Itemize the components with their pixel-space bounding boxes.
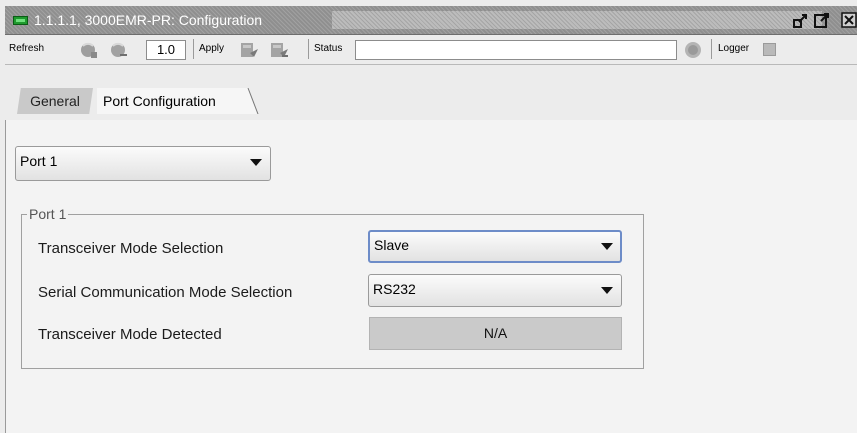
- window-titlebar[interactable]: 1.1.1.1, 3000EMR-PR: Configuration: [5, 6, 857, 35]
- tab-general[interactable]: General: [17, 88, 93, 114]
- module-card-icon: [13, 16, 28, 25]
- logger-label: Logger: [718, 43, 750, 54]
- toolbar-divider: [193, 39, 194, 59]
- close-icon[interactable]: [841, 12, 857, 28]
- toolbar-divider: [711, 39, 712, 59]
- chevron-down-icon: [601, 287, 613, 294]
- port-select[interactable]: Port 1: [15, 146, 271, 181]
- maximize-icon[interactable]: [814, 12, 830, 28]
- chevron-down-icon: [250, 159, 262, 166]
- status-field: [355, 40, 677, 60]
- restore-icon[interactable]: [793, 12, 809, 28]
- port-group-legend: Port 1: [29, 206, 67, 222]
- toolbar-divider: [308, 39, 309, 59]
- titlebar-grip: [332, 11, 822, 29]
- chevron-down-icon: [601, 243, 613, 250]
- transceiver-mode-selection-label: Transceiver Mode Selection: [38, 240, 224, 257]
- tab-port-configuration[interactable]: Port Configuration: [97, 88, 257, 114]
- stop-icon[interactable]: [685, 42, 701, 58]
- refresh-all-icon[interactable]: [108, 40, 128, 60]
- apply-button[interactable]: Apply: [199, 43, 224, 54]
- apply-all-icon[interactable]: [269, 40, 289, 60]
- serial-communication-mode-value: RS232: [373, 281, 416, 297]
- tab-strip: General Port Configuration: [5, 66, 857, 120]
- version-field[interactable]: 1.0: [146, 40, 186, 60]
- transceiver-mode-detected-field: N/A: [369, 317, 622, 350]
- refresh-button[interactable]: Refresh: [9, 43, 44, 54]
- transceiver-mode-detected-label: Transceiver Mode Detected: [38, 326, 222, 343]
- logger-icon[interactable]: [763, 43, 776, 56]
- refresh-icon[interactable]: [78, 40, 98, 60]
- serial-communication-mode-select[interactable]: RS232: [368, 274, 622, 307]
- transceiver-mode-value: Slave: [374, 237, 410, 253]
- status-label: Status: [314, 43, 343, 54]
- tab-edge: [247, 87, 259, 115]
- toolbar: Refresh 1.0 Apply Status Logger: [5, 35, 857, 65]
- panel-left-border: [5, 120, 6, 433]
- window-title: 1.1.1.1, 3000EMR-PR: Configuration: [34, 12, 263, 28]
- transceiver-mode-select[interactable]: Slave: [368, 230, 622, 263]
- port-select-value: Port 1: [20, 153, 58, 169]
- serial-communication-mode-label: Serial Communication Mode Selection: [38, 284, 293, 301]
- apply-icon[interactable]: [239, 40, 259, 60]
